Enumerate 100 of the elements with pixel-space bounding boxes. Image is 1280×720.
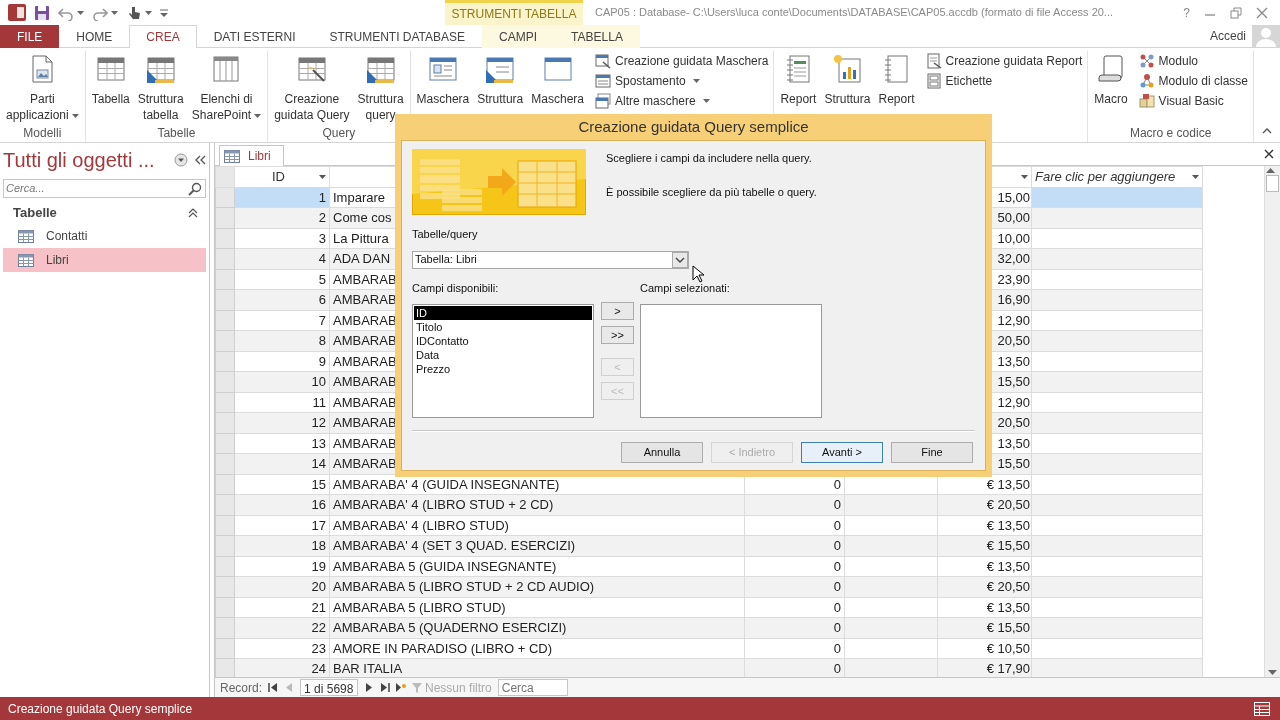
caret-icon[interactable] (1192, 174, 1199, 179)
ribbon-tab[interactable]: TABELLA (554, 25, 640, 48)
document-tab[interactable]: Libri (219, 145, 284, 166)
collapse-pane-icon[interactable] (194, 155, 206, 165)
list-option[interactable]: IDContatto (414, 334, 592, 348)
table-cell: AMBARABA 5 (LIBRO STUD + 2 CD AUDIO) (329, 576, 745, 597)
ribbon-button[interactable]: Parti applicazioni (3, 51, 82, 123)
nav-item[interactable]: Contatti (3, 224, 206, 248)
contextual-group-title: STRUMENTI TABELLA (445, 0, 583, 25)
first-record-icon[interactable] (268, 683, 279, 692)
pane-title: Tutti gli oggetti ... (3, 148, 156, 173)
chart-icon (831, 53, 864, 85)
ribbon-button[interactable]: Report (875, 51, 918, 107)
ribbon-button[interactable]: Maschera (413, 51, 473, 107)
label-icon (925, 73, 942, 89)
filter-icon (412, 682, 423, 693)
chevron-down-icon (672, 251, 688, 268)
datasheet-view-icon[interactable] (1254, 701, 1270, 716)
table-cell: 23 (234, 638, 330, 659)
dropdown-circle-icon[interactable] (174, 153, 188, 167)
ribbon-button[interactable]: Modulo di classe (1136, 71, 1250, 91)
group-header[interactable]: Tabelle (13, 203, 57, 223)
ribbon-button[interactable]: Report (777, 51, 820, 107)
save-icon[interactable] (34, 4, 50, 21)
list-option[interactable]: Data (414, 348, 592, 362)
list-option[interactable]: ID (414, 306, 592, 320)
table-cell: 21 (234, 597, 330, 618)
table-cell: 11 (234, 392, 330, 413)
search-field[interactable]: Cerca (497, 679, 568, 696)
status-text: Creazione guidata Query semplice (8, 700, 193, 718)
ribbon-button[interactable]: Struttura tabella (134, 51, 187, 123)
ribbon-button[interactable]: Modulo (1136, 51, 1250, 71)
ribbon-button[interactable]: Altre maschere (593, 91, 771, 111)
app-logo-icon[interactable] (8, 4, 26, 21)
ribbon-button[interactable]: Struttura (474, 51, 527, 107)
help-button[interactable]: ? (1183, 3, 1190, 22)
table-cell: AMBARABA' 4 (LIBRO STUD + 2 CD) (329, 494, 745, 515)
available-fields-list[interactable]: ID Titolo IDContatto Data Prezzo (412, 304, 594, 418)
ribbon-tab[interactable]: CAMPI (482, 25, 555, 48)
ribbon-tab[interactable]: HOME (59, 25, 130, 48)
arrow-up-icon[interactable] (1266, 168, 1275, 173)
touch-icon[interactable] (126, 4, 142, 21)
form-wand-icon (595, 53, 611, 69)
caret-icon (145, 10, 152, 15)
new-record-icon[interactable] (396, 683, 407, 692)
group-label: Modelli (22, 125, 63, 142)
next-record-icon[interactable] (364, 683, 375, 692)
ribbon-button[interactable]: Spostamento (593, 71, 771, 91)
ribbon-button[interactable]: Tabella (88, 51, 133, 107)
blocks-icon (1138, 93, 1155, 109)
table-cell: 15 (234, 474, 330, 495)
ribbon-button[interactable]: Macro (1091, 51, 1131, 107)
table-select[interactable]: Tabella: Libri (412, 250, 689, 269)
move-button[interactable]: > (601, 301, 634, 320)
dialog-button[interactable]: Annulla (621, 442, 703, 463)
move-button[interactable]: >> (601, 325, 634, 344)
ribbon-tab[interactable]: FILE (0, 25, 60, 48)
selected-fields-list[interactable] (640, 304, 822, 418)
molecule-icon (1138, 53, 1155, 69)
table-cell: 5 (234, 269, 330, 290)
ribbon-button[interactable]: Creazione guidata Query (271, 51, 353, 123)
table-cell: AMBARABA 5 (GUIDA INSEGNANTE) (329, 556, 745, 577)
nav-item[interactable]: Libri (3, 248, 206, 272)
arrow-down-icon[interactable] (1268, 670, 1277, 675)
table-cell: AMBARABA' 4 (LIBRO STUD) (329, 515, 745, 536)
ribbon-button[interactable]: Etichette (923, 71, 1085, 91)
ribbon-button[interactable]: Creazione guidata Maschera (593, 51, 771, 71)
dialog-button[interactable]: Fine (891, 442, 973, 463)
collapse-ribbon-icon[interactable] (1262, 128, 1272, 134)
scrollbar-thumb[interactable] (1266, 175, 1279, 192)
dialog-title: Creazione guidata Query semplice (578, 116, 809, 137)
caret-icon[interactable] (319, 174, 326, 179)
ribbon-tab[interactable]: CREA (129, 25, 197, 48)
ribbon-button[interactable]: Maschera (528, 51, 587, 107)
table-cell: € 13,50 (937, 597, 1032, 618)
record-label: Record: (220, 679, 263, 697)
ribbon-button[interactable]: Creazione guidata Report (923, 51, 1085, 71)
ribbon-button[interactable]: Visual Basic (1136, 91, 1250, 111)
table-cell: 0 (744, 638, 845, 659)
mouse-pointer-icon (692, 265, 704, 283)
group-label: Tabelle (156, 125, 197, 142)
ribbon-tab[interactable]: DATI ESTERNI (196, 25, 313, 48)
table-icon (18, 253, 34, 267)
table-cell: AMBARABA 5 (QUADERNO ESERCIZI) (329, 617, 745, 638)
close-icon[interactable] (1264, 149, 1274, 159)
ribbon-tab[interactable]: STRUMENTI DATABASE (312, 25, 483, 48)
caret-icon (111, 10, 118, 15)
dialog-button[interactable]: Avanti > (801, 442, 883, 463)
vertical-scrollbar[interactable] (1264, 166, 1280, 677)
window-list-icon (595, 73, 611, 89)
customize-icon[interactable] (160, 7, 168, 18)
chevron-up-icon[interactable] (188, 208, 198, 218)
table-cell: AMBARABA' 4 (SET 3 QUAD. ESERCIZI) (329, 535, 745, 556)
caret-icon[interactable] (1021, 174, 1028, 179)
record-position-field[interactable]: 1 di 5698 (300, 679, 359, 696)
ribbon-button[interactable]: Struttura (821, 51, 874, 107)
sign-in-link[interactable]: Accedi (1209, 27, 1246, 45)
ribbon-button[interactable]: Elenchi di SharePoint (188, 51, 265, 123)
table-cell: 3 (234, 228, 330, 249)
last-record-icon[interactable] (380, 683, 391, 692)
